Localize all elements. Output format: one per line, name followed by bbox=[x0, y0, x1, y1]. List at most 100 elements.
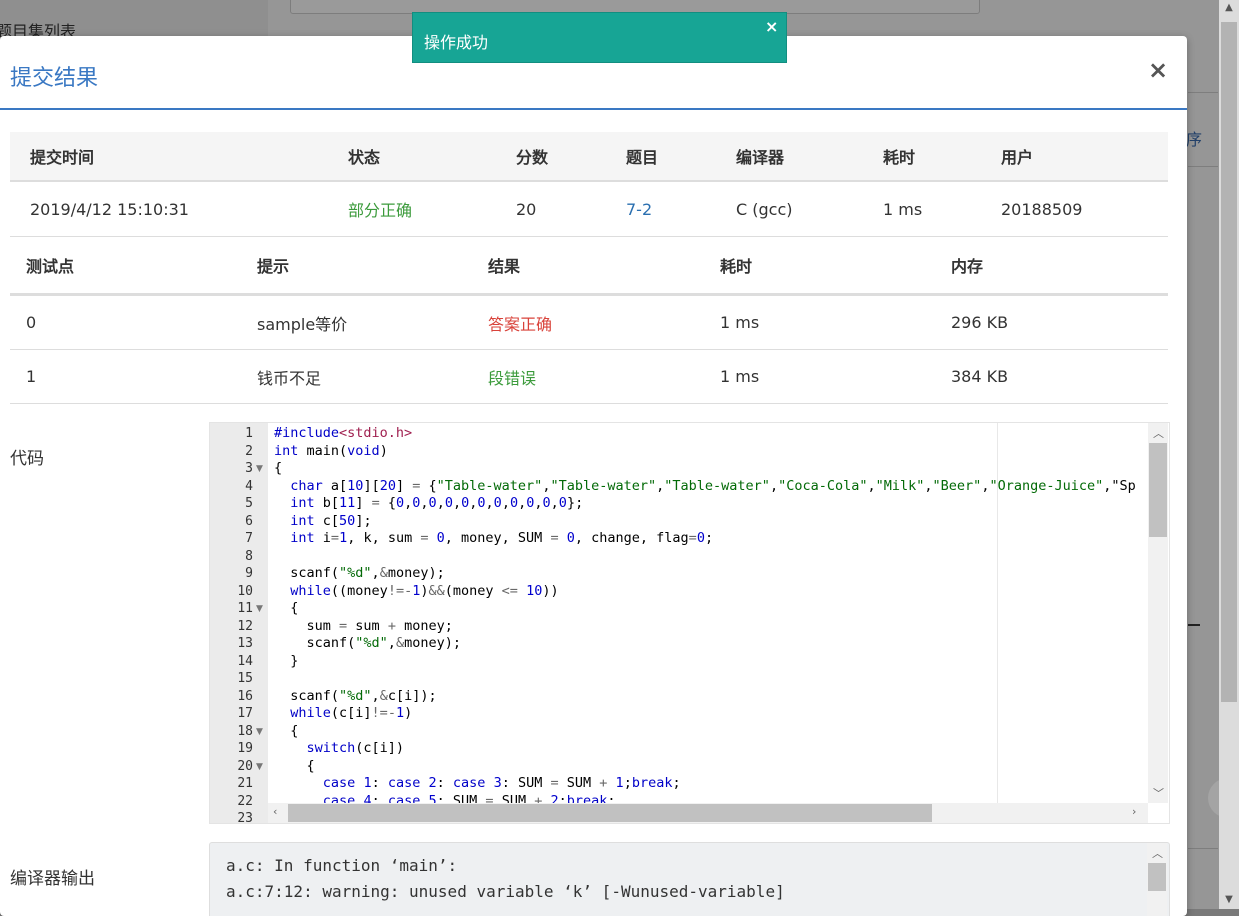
chevron-up-icon[interactable]: ︿ bbox=[1152, 845, 1163, 861]
case-hint: sample等价 bbox=[241, 294, 472, 350]
code-line: { bbox=[274, 600, 299, 616]
scroll-down-arrow-icon[interactable]: ▼ bbox=[1219, 894, 1239, 905]
column-header: 耗时 bbox=[704, 237, 935, 296]
code-line: #include<stdio.h> bbox=[274, 425, 413, 441]
modal-title: 提交结果 bbox=[10, 66, 99, 91]
background-dash bbox=[1188, 624, 1200, 626]
column-header: 测试点 bbox=[10, 237, 241, 296]
background-divider bbox=[1188, 92, 1218, 93]
line-number: 22 bbox=[237, 793, 253, 809]
case-hint: 钱币不足 bbox=[241, 349, 472, 404]
code-line: while((money!=-1)&&(money <= 10)) bbox=[290, 582, 559, 599]
code-line: scanf("%d",&money); bbox=[274, 635, 461, 651]
line-number: 19 bbox=[237, 741, 253, 756]
editor-vertical-scrollbar[interactable]: ︿ ﹀ bbox=[1148, 423, 1168, 803]
problem-link[interactable]: 7-2 bbox=[606, 181, 716, 237]
editor-horizontal-scroll-thumb[interactable] bbox=[288, 804, 932, 822]
line-number: 9 bbox=[245, 566, 253, 581]
compiler-output-box[interactable]: a.c: In function ‘main’: a.c:7:12: warni… bbox=[209, 842, 1170, 916]
column-header: 状态 bbox=[328, 132, 496, 182]
fold-arrow-icon[interactable]: ▼ bbox=[256, 604, 263, 614]
chevron-up-icon[interactable]: ︿ bbox=[1153, 425, 1164, 441]
close-icon[interactable]: × bbox=[1148, 56, 1168, 84]
column-header: 提示 bbox=[241, 237, 472, 296]
line-number: 20 bbox=[237, 758, 253, 774]
fold-arrow-icon[interactable]: ▼ bbox=[256, 727, 263, 737]
output-scroll-thumb[interactable] bbox=[1148, 863, 1166, 891]
case-memory: 384 KB bbox=[935, 349, 1168, 404]
column-header: 用户 bbox=[981, 132, 1168, 182]
page-scrollbar[interactable]: ▲ ▼ bbox=[1219, 0, 1239, 909]
line-number: 7 bbox=[245, 531, 253, 546]
line-number: 13 bbox=[237, 636, 253, 651]
compiler-output-line: a.c:7:12: warning: unused variable ‘k’ [… bbox=[226, 882, 785, 901]
output-scrollbar[interactable]: ︿ bbox=[1147, 843, 1167, 916]
fold-arrow-icon[interactable]: ▼ bbox=[256, 464, 263, 474]
line-number: 12 bbox=[237, 618, 253, 634]
status-badge: 部分正确 bbox=[328, 181, 496, 237]
line-number: 4 bbox=[245, 478, 253, 494]
line-number: 8 bbox=[245, 548, 253, 564]
code-line: int i=1, k, sum = 0, money, SUM = 0, cha… bbox=[290, 530, 714, 546]
case-time: 1 ms bbox=[704, 294, 935, 350]
submission-summary-table: 提交时间 状态 分数 题目 编译器 耗时 用户 2019/4/12 15:10:… bbox=[10, 132, 1168, 237]
toast-message: 操作成功 bbox=[424, 33, 489, 52]
line-number: 6 bbox=[245, 513, 253, 529]
elapsed-time: 1 ms bbox=[863, 181, 981, 237]
chevron-left-icon[interactable]: ‹ bbox=[273, 805, 277, 818]
code-line: scanf("%d",&c[i]); bbox=[274, 687, 437, 704]
line-number: 14 bbox=[237, 653, 253, 669]
table-row: 1 钱币不足 段错误 1 ms 384 KB bbox=[10, 349, 1168, 404]
code-line: { bbox=[274, 757, 315, 774]
user-id: 20188509 bbox=[981, 181, 1168, 237]
code-line: } bbox=[274, 652, 299, 669]
line-number: 23 bbox=[237, 811, 253, 824]
code-line: int main(void) bbox=[274, 442, 388, 459]
column-header: 分数 bbox=[496, 132, 606, 182]
line-number: 18 bbox=[237, 723, 253, 739]
line-number: 1 bbox=[245, 426, 253, 441]
line-number: 21 bbox=[237, 776, 253, 791]
code-line: sum = sum + money; bbox=[274, 617, 453, 634]
case-result: 答案正确 bbox=[472, 294, 704, 350]
code-line: while(c[i]!=-1) bbox=[290, 705, 413, 721]
code-content[interactable]: #include<stdio.h> int main(void){ char a[… bbox=[274, 423, 1150, 803]
close-icon[interactable]: × bbox=[765, 17, 778, 36]
score-value: 20 bbox=[496, 181, 606, 237]
background-divider bbox=[1188, 166, 1218, 167]
table-header-row: 提交时间 状态 分数 题目 编译器 耗时 用户 bbox=[10, 132, 1168, 182]
chevron-right-icon[interactable]: › bbox=[1132, 805, 1136, 818]
line-number: 11 bbox=[237, 601, 253, 616]
case-memory: 296 KB bbox=[935, 294, 1168, 350]
line-number: 10 bbox=[237, 583, 253, 599]
code-line: { bbox=[274, 460, 283, 476]
table-row: 2019/4/12 15:10:31 部分正确 20 7-2 C (gcc) 1… bbox=[10, 181, 1168, 237]
code-line: case 1: case 2: case 3: SUM = SUM + 1;br… bbox=[322, 775, 681, 791]
code-line: case 4: case 5: SUM = SUM + 2;break; bbox=[322, 792, 616, 804]
submission-time: 2019/4/12 15:10:31 bbox=[10, 181, 328, 237]
column-header: 提交时间 bbox=[10, 132, 328, 182]
code-editor[interactable]: 1 2 3 ▼ 4 5 6 7 8 9 10 11 ▼ 12 13 14 15 16 17 18 ▼ 19 20 ▼ 21 22 2… bbox=[209, 422, 1170, 824]
submission-result-modal: 提交结果 × 提交时间 状态 分数 题目 编译器 耗时 用户 2019/4/12… bbox=[0, 36, 1187, 916]
column-header: 耗时 bbox=[863, 132, 981, 182]
code-line: scanf("%d",&money); bbox=[274, 565, 445, 581]
code-line: { bbox=[274, 722, 299, 739]
case-time: 1 ms bbox=[704, 349, 935, 404]
chevron-down-icon[interactable]: ﹀ bbox=[1153, 785, 1164, 801]
line-number: 16 bbox=[237, 688, 253, 704]
case-result: 段错误 bbox=[472, 349, 704, 404]
scroll-up-arrow-icon[interactable]: ▲ bbox=[1219, 2, 1239, 13]
line-number: 5 bbox=[245, 496, 253, 511]
editor-horizontal-scrollbar[interactable]: ‹ › bbox=[268, 803, 1148, 823]
table-header-row: 测试点 提示 结果 耗时 内存 bbox=[10, 237, 1168, 296]
fold-arrow-icon[interactable]: ▼ bbox=[256, 762, 263, 772]
column-header: 结果 bbox=[472, 237, 704, 296]
table-row: 0 sample等价 答案正确 1 ms 296 KB bbox=[10, 294, 1168, 350]
background-right-link: 序 bbox=[1186, 130, 1203, 149]
line-number: 17 bbox=[237, 706, 253, 721]
code-line: int c[50]; bbox=[290, 512, 372, 529]
editor-vertical-scroll-thumb[interactable] bbox=[1149, 443, 1167, 537]
column-header: 内存 bbox=[935, 237, 1168, 296]
page-scrollbar-thumb[interactable] bbox=[1221, 22, 1237, 702]
compiler-value: C (gcc) bbox=[716, 181, 863, 237]
